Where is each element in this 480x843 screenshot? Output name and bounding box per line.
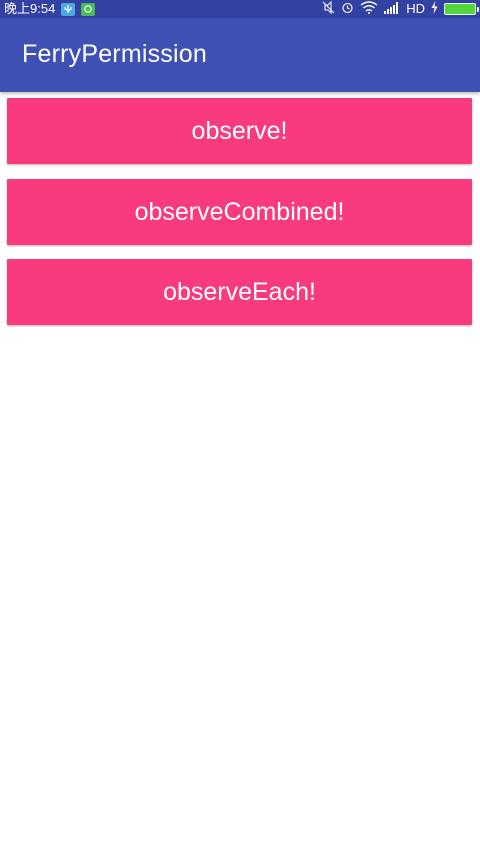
status-right-group: HD (322, 0, 479, 18)
usb-icon (61, 2, 76, 16)
app-bar: FerryPermission (0, 18, 480, 92)
network-type-label: HD (406, 1, 425, 16)
status-left-group: 晚上9:54 (4, 0, 96, 18)
alarm-icon (341, 1, 354, 17)
charging-icon (431, 1, 438, 17)
status-bar: 晚上9:54 HD (0, 0, 480, 18)
observe-button[interactable]: observe! (7, 98, 472, 164)
status-time: 晚上9:54 (4, 1, 56, 16)
battery-icon (444, 3, 479, 15)
android-app-icon (81, 2, 96, 16)
screen: 晚上9:54 HD FerryPermission observe! obser… (0, 0, 480, 843)
mute-icon (322, 0, 335, 17)
signal-icon (384, 1, 400, 17)
observe-each-button[interactable]: observeEach! (7, 259, 472, 325)
app-title: FerryPermission (22, 39, 207, 68)
wifi-icon (360, 1, 378, 17)
observe-combined-button[interactable]: observeCombined! (7, 179, 472, 245)
